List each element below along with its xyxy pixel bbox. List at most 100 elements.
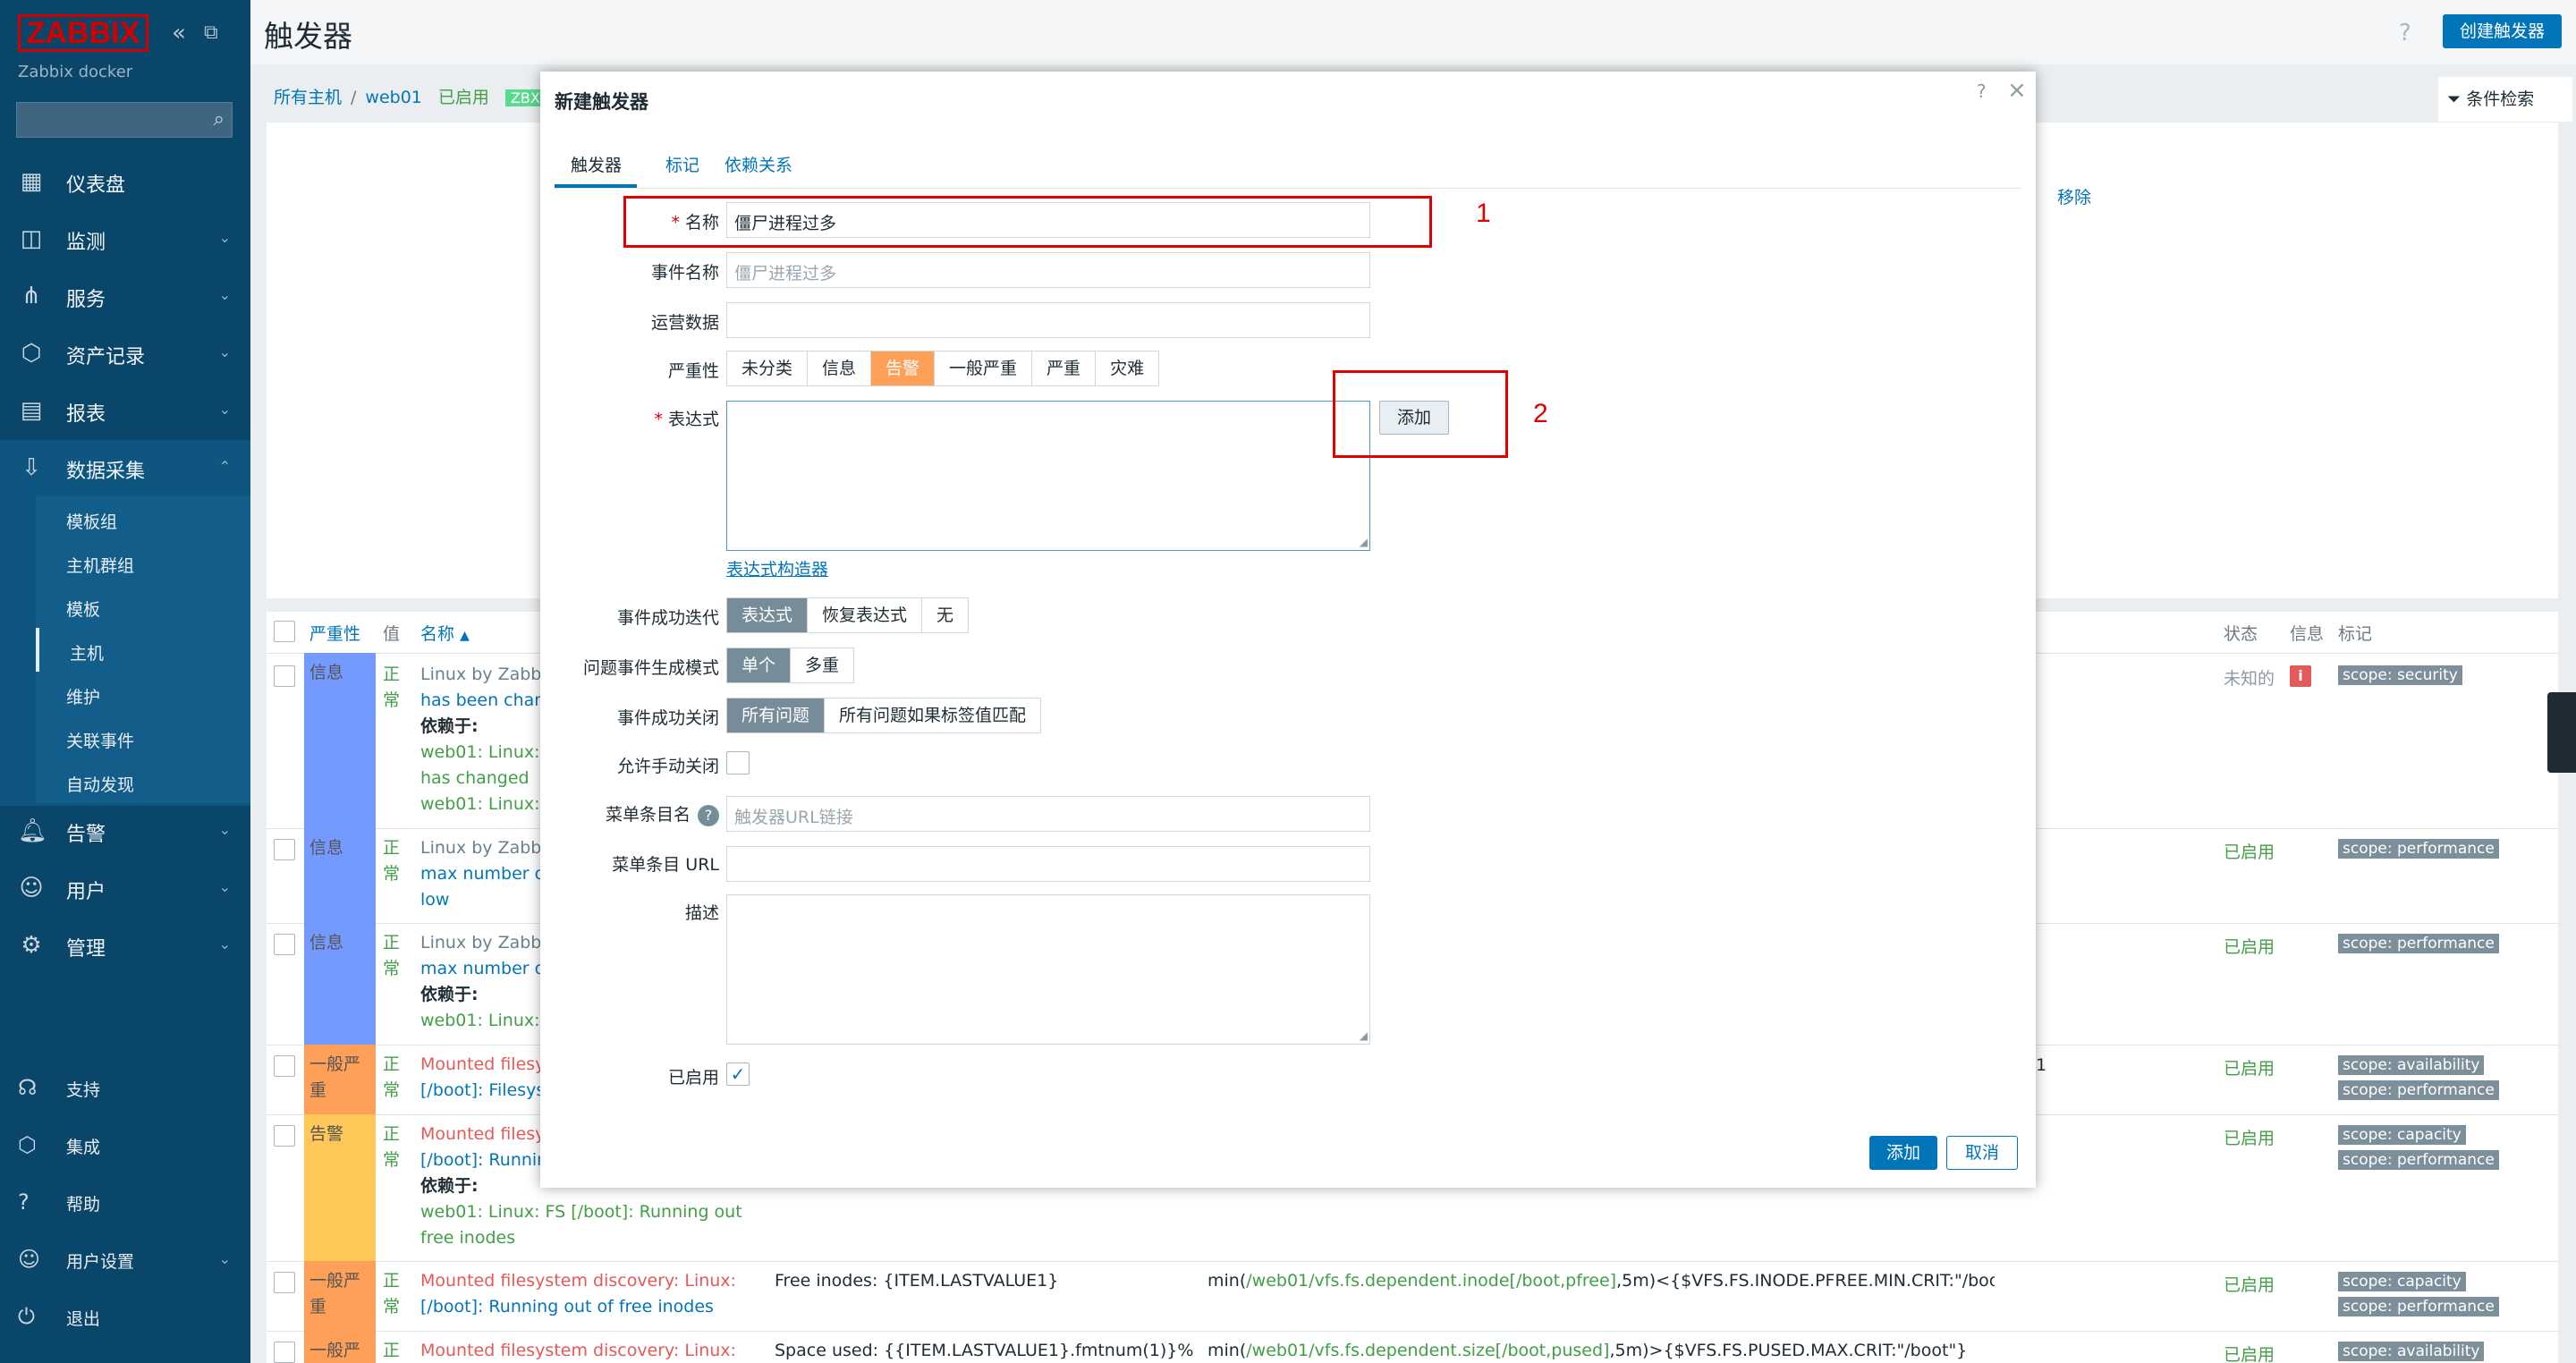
severity-not-classified[interactable]: 未分类 — [727, 351, 809, 385]
row-checkbox[interactable] — [274, 1272, 295, 1293]
cancel-button[interactable]: 取消 — [1946, 1136, 2018, 1170]
menu-monitoring[interactable]: ◫ 监测 ⌄ — [0, 211, 250, 267]
menu-dashboard[interactable]: ▦ 仪表盘 — [0, 154, 250, 209]
bell-icon: 🔔︎ — [18, 817, 48, 844]
help-icon: ? — [18, 1189, 30, 1215]
severity-disaster[interactable]: 灾难 — [1096, 351, 1159, 385]
dialog-help-icon[interactable]: ? — [1977, 80, 1987, 102]
status-cell[interactable]: 已启用 — [2224, 1055, 2275, 1079]
row-checkbox[interactable] — [274, 934, 295, 955]
submenu-discovery[interactable]: 自动发现 — [36, 759, 250, 803]
expression-textarea[interactable]: ◢ — [726, 401, 1370, 551]
host-enabled-status[interactable]: 已启用 — [438, 88, 489, 107]
side-scroll-handle[interactable] — [2547, 692, 2576, 773]
menu-data-collection[interactable]: ⇩ 数据采集 ⌃ — [0, 440, 250, 495]
status-cell[interactable]: 未知的 — [2224, 665, 2275, 690]
menu-administration[interactable]: ⚙ 管理 ⌄ — [0, 918, 250, 973]
help-icon[interactable]: ? — [698, 805, 719, 826]
menu-sign-out[interactable]: ⏻ 退出 — [0, 1290, 250, 1343]
collapse-sidebar-icon[interactable]: « — [172, 20, 186, 47]
kiosk-mode-icon[interactable]: ⧉ — [204, 21, 218, 44]
column-info: 信息 — [2290, 624, 2325, 644]
ok-event-expression[interactable]: 表达式 — [727, 598, 809, 632]
tab-dependencies[interactable]: 依赖关系 — [724, 152, 792, 176]
menu-services[interactable]: ⋔ 服务 ⌄ — [0, 268, 250, 324]
create-trigger-button[interactable]: 创建触发器 — [2443, 14, 2562, 48]
breadcrumb-host[interactable]: web01 — [365, 88, 421, 107]
ok-event-none[interactable]: 无 — [922, 598, 969, 632]
manual-close-checkbox[interactable] — [726, 751, 750, 775]
menu-user-settings[interactable]: ☺ 用户设置 ⌄ — [0, 1232, 250, 1286]
breadcrumb-all-hosts[interactable]: 所有主机 — [274, 88, 342, 107]
opdata-input[interactable] — [726, 302, 1370, 338]
severity-average[interactable]: 一般严重 — [935, 351, 1033, 385]
status-cell[interactable]: 已启用 — [2224, 839, 2275, 863]
row-checkbox[interactable] — [274, 839, 295, 860]
enabled-label: 已启用 — [667, 1068, 719, 1088]
submenu-correlation[interactable]: 关联事件 — [36, 715, 250, 759]
tag-badge: scope: performance — [2338, 1150, 2499, 1170]
filter-remove-link[interactable]: 移除 — [2057, 184, 2091, 208]
status-cell[interactable]: 已启用 — [2224, 1125, 2275, 1149]
description-textarea[interactable]: ◢ — [726, 894, 1370, 1045]
tag-badge: scope: performance — [2338, 1080, 2499, 1100]
breadcrumb: 所有主机 / web01 已启用 ZBX — [274, 84, 546, 108]
submenu-maintenance[interactable]: 维护 — [36, 672, 250, 715]
info-icon[interactable]: i — [2290, 665, 2311, 687]
submenu-templates[interactable]: 模板 — [36, 584, 250, 628]
problem-mode-single[interactable]: 单个 — [727, 648, 792, 682]
menu-help[interactable]: ? 帮助 — [0, 1175, 250, 1229]
menu-url-input[interactable] — [726, 846, 1370, 882]
ok-event-recovery[interactable]: 恢复表达式 — [808, 598, 923, 632]
menu-users[interactable]: ☺ 用户 ⌄ — [0, 860, 250, 916]
tab-tags[interactable]: 标记 — [665, 152, 699, 176]
severity-warning[interactable]: 告警 — [871, 351, 936, 385]
trigger-name: Mounted filesys [/boot]: Filesyste — [420, 1054, 546, 1100]
page-title: 触发器 — [264, 19, 352, 54]
status-cell[interactable]: 已启用 — [2224, 1272, 2275, 1296]
menu-integrations[interactable]: ⬡ 集成 — [0, 1118, 250, 1172]
severity-high[interactable]: 严重 — [1032, 351, 1097, 385]
column-name[interactable]: 名称 ▲ — [420, 621, 470, 645]
filter-toggle-button[interactable]: ⏷ 条件检索 — [2438, 77, 2572, 122]
submenu-template-groups[interactable]: 模板组 — [36, 496, 250, 540]
menu-alerts[interactable]: 🔔︎ 告警 ⌄ — [0, 803, 250, 859]
menu-inventory[interactable]: ⬡ 资产记录 ⌄ — [0, 326, 250, 381]
row-checkbox[interactable] — [274, 1342, 295, 1363]
monitoring-icon: ◫ — [20, 225, 43, 252]
menu-name-input[interactable]: 触发器URL链接 — [726, 796, 1370, 832]
header-bar — [250, 0, 2576, 64]
row-checkbox[interactable] — [274, 1055, 295, 1077]
annotation-box-1 — [623, 196, 1432, 248]
value-cell: 正常 — [383, 933, 401, 978]
sidebar-search-input[interactable]: ⌕ — [16, 102, 233, 138]
menu-support[interactable]: ☊ 支持 — [0, 1061, 250, 1114]
severity-information[interactable]: 信息 — [808, 351, 872, 385]
submenu-hosts[interactable]: 主机 — [36, 628, 250, 672]
annotation-number-1: 1 — [1476, 199, 1491, 228]
problem-mode-multiple[interactable]: 多重 — [791, 648, 854, 682]
row-checkbox[interactable] — [274, 1125, 295, 1147]
expression-builder-link[interactable]: 表达式构造器 — [726, 556, 828, 580]
sidebar: ZABBIX « ⧉ Zabbix docker ⌕ ▦ 仪表盘 ◫ 监测 ⌄ ⋔ 服务… — [0, 0, 250, 1363]
ok-close-all[interactable]: 所有问题 — [727, 698, 826, 732]
select-all-checkbox[interactable] — [274, 621, 295, 642]
row-checkbox[interactable] — [274, 665, 295, 687]
trigger-name: Linux by Zabbix max number of 依赖于: web01… — [420, 933, 546, 1030]
tab-trigger[interactable]: 触发器 — [571, 152, 622, 176]
enabled-checkbox[interactable]: ✓ — [726, 1062, 750, 1086]
close-icon[interactable]: × — [2007, 77, 2027, 104]
resize-handle-icon[interactable]: ◢ — [1360, 536, 1368, 548]
zabbix-logo[interactable]: ZABBIX — [18, 14, 148, 52]
resize-handle-icon[interactable]: ◢ — [1360, 1029, 1368, 1042]
ok-event-label: 事件成功迭代 — [616, 608, 719, 628]
event-name-input[interactable]: 僵尸进程过多 — [726, 252, 1370, 288]
status-cell[interactable]: 已启用 — [2224, 934, 2275, 958]
submenu-host-groups[interactable]: 主机群组 — [36, 540, 250, 584]
help-icon[interactable]: ? — [2399, 20, 2411, 47]
column-severity[interactable]: 严重性 — [309, 621, 360, 645]
status-cell[interactable]: 已启用 — [2224, 1342, 2275, 1363]
menu-reports[interactable]: ▤ 报表 ⌄ — [0, 383, 250, 438]
ok-close-tag-match[interactable]: 所有问题如果标签值匹配 — [825, 698, 1041, 732]
add-button[interactable]: 添加 — [1869, 1136, 1937, 1170]
